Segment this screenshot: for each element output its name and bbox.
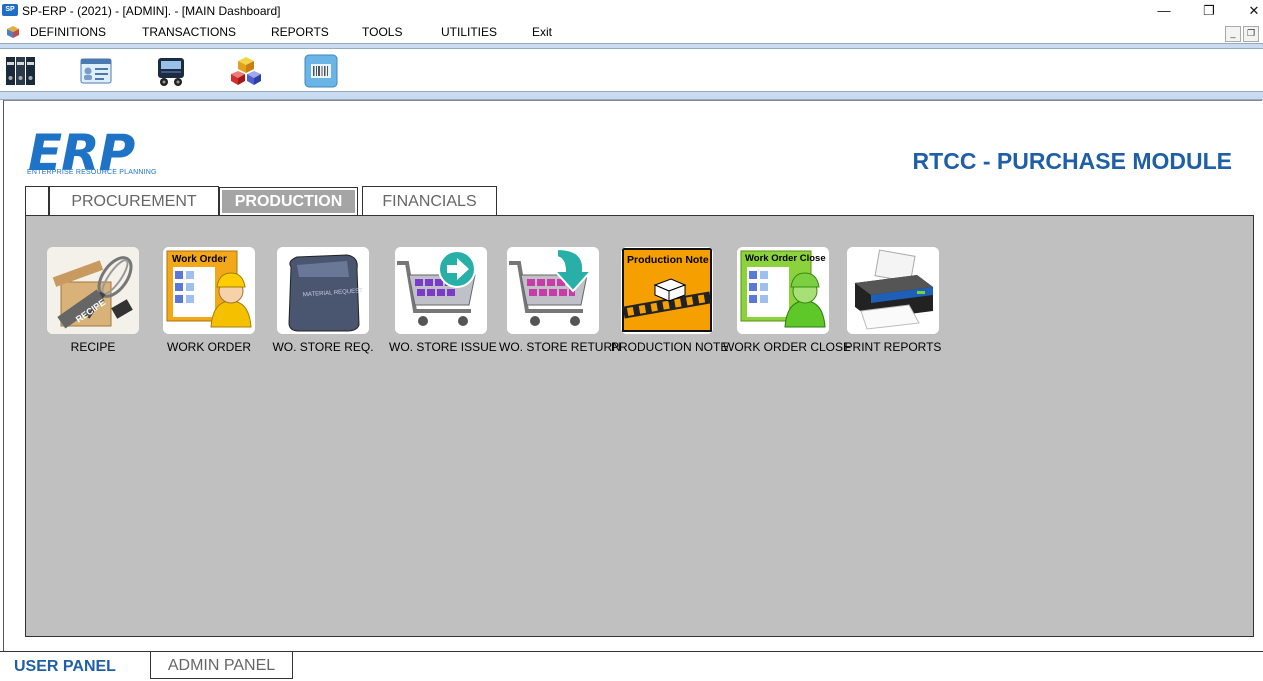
menu-tools[interactable]: TOOLS <box>362 25 402 39</box>
recipe-tile[interactable]: RECIPE <box>47 247 139 334</box>
svg-text:Work Order Close: Work Order Close <box>745 253 826 264</box>
production-note-tile[interactable]: Production Note <box>621 247 713 334</box>
work-order-icon: Work Order <box>163 247 255 334</box>
work-order-label[interactable]: WORK ORDER <box>161 340 257 354</box>
menu-exit[interactable]: Exit <box>532 25 552 39</box>
restore-button[interactable]: ❐ <box>1187 0 1231 22</box>
separator <box>0 91 1263 100</box>
store-req-tile[interactable]: MATERIAL REQUEST <box>277 247 369 334</box>
store-issue-label[interactable]: WO. STORE ISSUE <box>389 340 497 354</box>
work-order-close-icon: Work Order Close <box>737 247 829 334</box>
truck-icon[interactable] <box>154 54 188 88</box>
tab-blank <box>25 186 49 215</box>
close-button[interactable]: ✕ <box>1232 0 1263 22</box>
cube-icon <box>7 26 19 38</box>
toolbar <box>0 49 1263 91</box>
work-order-close-label[interactable]: WORK ORDER CLOSE <box>723 340 851 354</box>
store-return-label[interactable]: WO. STORE RETURN <box>499 340 621 354</box>
cart-return-icon <box>507 247 599 334</box>
window-title: SP-ERP - (2021) - [ADMIN]. - [MAIN Dashb… <box>22 4 281 18</box>
work-order-close-tile[interactable]: Work Order Close <box>737 247 829 334</box>
svg-text:Production Note: Production Note <box>627 254 709 266</box>
tab-procurement[interactable]: PROCUREMENT <box>49 186 219 215</box>
cart-issue-icon <box>395 247 487 334</box>
print-reports-label[interactable]: PRINT REPORTS <box>843 340 943 354</box>
menu-utilities[interactable]: UTILITIES <box>441 25 497 39</box>
mdi-minimize-button[interactable]: _ <box>1225 26 1241 42</box>
store-issue-tile[interactable] <box>395 247 487 334</box>
recipe-label[interactable]: RECIPE <box>45 340 141 354</box>
user-panel-tab[interactable]: USER PANEL <box>0 652 150 679</box>
tab-financials[interactable]: FINANCIALS <box>362 186 497 215</box>
module-title: RTCC - PURCHASE MODULE <box>912 148 1232 174</box>
cubes-icon[interactable] <box>229 54 263 88</box>
print-reports-tile[interactable] <box>847 247 939 334</box>
app-icon: SP <box>2 4 18 16</box>
menu-reports[interactable]: REPORTS <box>271 25 329 39</box>
printer-icon <box>847 247 939 334</box>
store-req-label[interactable]: WO. STORE REQ. <box>271 340 375 354</box>
svg-text:Work Order: Work Order <box>172 254 227 265</box>
production-note-icon: Production Note <box>621 247 713 334</box>
store-return-tile[interactable] <box>507 247 599 334</box>
work-order-tile[interactable]: Work Order <box>163 247 255 334</box>
barcode-icon[interactable] <box>304 54 338 88</box>
tab-production[interactable]: PRODUCTION <box>219 187 358 216</box>
minimize-button[interactable]: — <box>1142 0 1186 22</box>
id-card-icon[interactable] <box>79 54 113 88</box>
binders-icon[interactable] <box>4 54 38 88</box>
menu-definitions[interactable]: DEFINITIONS <box>30 25 106 39</box>
mdi-restore-button[interactable]: ❐ <box>1243 26 1259 42</box>
production-note-label[interactable]: PRODUCTION NOTE <box>611 340 728 354</box>
erp-logo-subtitle: ENTERPRISE RESOURCE PLANNING <box>27 169 157 176</box>
admin-panel-tab[interactable]: ADMIN PANEL <box>150 652 293 679</box>
menu-transactions[interactable]: TRANSACTIONS <box>142 25 236 39</box>
recipe-icon: RECIPE <box>47 247 139 334</box>
material-request-icon: MATERIAL REQUEST <box>277 247 369 334</box>
